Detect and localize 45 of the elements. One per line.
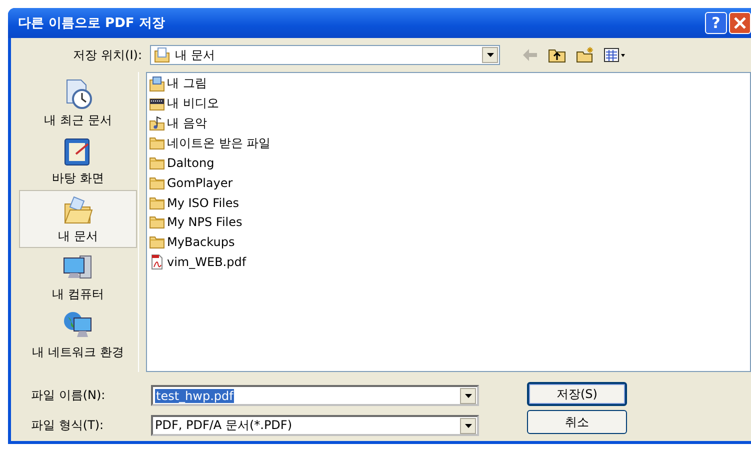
folder-icon (149, 194, 165, 211)
caret-icon[interactable] (486, 53, 494, 57)
file-name-label: 파일 이름(N): (30, 387, 106, 404)
location-label: 저장 위치(I): (72, 46, 142, 64)
file-type-label: 파일 형식(T): (30, 417, 105, 434)
pdf-file-icon (149, 254, 165, 270)
caret-icon[interactable] (464, 394, 472, 398)
file-item[interactable]: 네이트온 받은 파일 (149, 133, 748, 154)
folder-up-icon[interactable] (548, 47, 566, 63)
documents-folder-icon (154, 47, 170, 63)
file-item[interactable]: My ISO Files (149, 192, 748, 213)
location-dropdown[interactable]: 내 문서 (150, 45, 500, 65)
places-item[interactable]: 내 문서 (19, 190, 137, 248)
file-item[interactable]: MyBackups (149, 232, 748, 252)
file-item[interactable]: 내 음악 (149, 114, 748, 134)
cancel-button[interactable]: 취소 (527, 410, 627, 434)
close-button[interactable] (729, 12, 751, 34)
window-title: 다른 이름으로 PDF 저장 (18, 15, 166, 32)
folder-icon (149, 234, 165, 250)
folder-icon (149, 214, 165, 230)
open-folder-icon (62, 194, 94, 226)
places-item[interactable]: 내 컴퓨터 (19, 248, 137, 306)
places-item[interactable]: 바탕 화면 (19, 132, 137, 190)
help-button[interactable]: ? (705, 12, 727, 34)
music-folder-icon (149, 115, 165, 132)
file-item[interactable]: Daltong (149, 153, 748, 173)
places-item[interactable]: 내 최근 문서 (19, 74, 137, 132)
folder-icon (149, 174, 165, 191)
caret-icon[interactable] (464, 424, 472, 428)
file-name-field[interactable]: test_hwp.pdf (151, 385, 479, 406)
file-item[interactable]: 내 비디오 (149, 94, 748, 114)
view-menu-icon[interactable] (604, 48, 626, 62)
file-item[interactable]: 내 그림 (149, 74, 748, 94)
places-item[interactable]: 내 네트워크 환경 (19, 306, 137, 364)
save-button[interactable]: 저장(S) (527, 382, 627, 406)
new-folder-icon[interactable] (576, 47, 594, 63)
close-icon (734, 17, 746, 29)
folder-icon (149, 135, 165, 152)
picture-folder-icon (149, 76, 165, 92)
film-folder-icon (149, 96, 165, 112)
file-item[interactable]: My NPS Files (149, 212, 748, 232)
file-type-dropdown[interactable]: PDF, PDF/A 문서(*.PDF) (151, 415, 479, 436)
folder-icon (149, 155, 165, 172)
file-item[interactable]: vim_WEB.pdf (149, 252, 748, 272)
file-item[interactable]: GomPlayer (149, 172, 748, 193)
